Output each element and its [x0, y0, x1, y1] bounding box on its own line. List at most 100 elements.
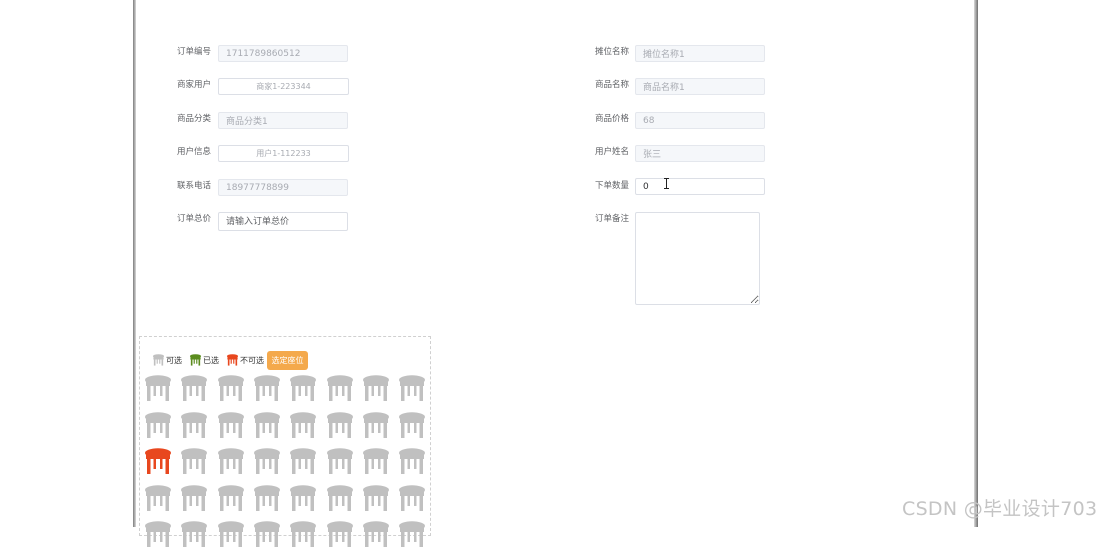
seat-icon	[254, 448, 280, 474]
available-seat-icon	[152, 354, 165, 366]
seat-icon	[181, 521, 207, 547]
seat-icon	[290, 375, 316, 401]
seat-icon	[218, 375, 244, 401]
seat-available[interactable]	[253, 520, 281, 548]
seat-available[interactable]	[326, 374, 354, 402]
seat-available[interactable]	[326, 520, 354, 548]
merchant-user-label: 商家用户	[176, 80, 211, 90]
seat-available[interactable]	[180, 374, 208, 402]
seat-available[interactable]	[217, 447, 245, 475]
order-qty-label: 下单数量	[594, 181, 629, 191]
seat-icon	[181, 485, 207, 511]
seat-available[interactable]	[217, 484, 245, 512]
seat-icon	[363, 412, 389, 438]
seat-available[interactable]	[253, 484, 281, 512]
legend-selected-label: 已选	[203, 355, 219, 365]
seat-available[interactable]	[362, 411, 390, 439]
seat-icon	[363, 521, 389, 547]
seat-icon	[290, 485, 316, 511]
seat-available[interactable]	[398, 411, 426, 439]
seat-available[interactable]	[289, 374, 317, 402]
product-name-input[interactable]	[635, 78, 765, 95]
product-name-label: 商品名称	[594, 80, 629, 90]
merchant-user-input[interactable]	[218, 78, 349, 95]
user-info-input[interactable]	[218, 145, 349, 162]
order-total-input[interactable]	[218, 212, 348, 231]
order-no-label: 订单编号	[176, 47, 211, 57]
user-name-input[interactable]	[635, 145, 765, 162]
legend-unavailable: 不可选	[226, 352, 264, 368]
seat-available[interactable]	[362, 447, 390, 475]
seat-available[interactable]	[398, 520, 426, 548]
legend-selected: 已选	[189, 352, 219, 368]
seat-icon	[363, 448, 389, 474]
seat-icon	[254, 412, 280, 438]
seat-available[interactable]	[217, 374, 245, 402]
seat-available[interactable]	[180, 520, 208, 548]
seat-icon	[399, 412, 425, 438]
order-no-input[interactable]	[218, 45, 348, 62]
order-total-label: 订单总价	[176, 214, 211, 224]
seat-available[interactable]	[326, 447, 354, 475]
order-qty-input[interactable]	[635, 178, 765, 195]
seat-available[interactable]	[217, 411, 245, 439]
seat-icon	[327, 412, 353, 438]
seat-icon	[254, 521, 280, 547]
seat-icon	[145, 448, 171, 474]
seat-icon	[327, 521, 353, 547]
seat-available[interactable]	[362, 374, 390, 402]
seat-available[interactable]	[326, 484, 354, 512]
seat-available[interactable]	[398, 374, 426, 402]
seat-available[interactable]	[289, 411, 317, 439]
seat-icon	[290, 448, 316, 474]
stall-name-label: 摊位名称	[594, 47, 629, 57]
seat-available[interactable]	[289, 484, 317, 512]
seat-available[interactable]	[144, 520, 172, 548]
seat-available[interactable]	[398, 447, 426, 475]
seat-icon	[363, 485, 389, 511]
seat-icon	[181, 448, 207, 474]
seat-unavailable	[144, 447, 172, 475]
seat-available[interactable]	[289, 520, 317, 548]
seat-available[interactable]	[217, 520, 245, 548]
legend-available-label: 可选	[166, 355, 182, 365]
seat-available[interactable]	[289, 447, 317, 475]
seat-available[interactable]	[253, 447, 281, 475]
user-name-label: 用户姓名	[594, 147, 629, 157]
seat-available[interactable]	[144, 484, 172, 512]
seat-icon	[254, 375, 280, 401]
phone-input[interactable]	[218, 179, 348, 196]
seat-icon	[218, 521, 244, 547]
choose-seat-button[interactable]: 选定座位	[267, 351, 308, 370]
seat-icon	[145, 375, 171, 401]
phone-label: 联系电话	[176, 181, 211, 191]
seat-available[interactable]	[180, 447, 208, 475]
product-category-label: 商品分类	[176, 114, 211, 124]
seat-available[interactable]	[180, 411, 208, 439]
text-cursor-icon	[664, 178, 669, 189]
seat-available[interactable]	[144, 411, 172, 439]
seat-icon	[145, 521, 171, 547]
seat-available[interactable]	[144, 374, 172, 402]
seat-available[interactable]	[253, 374, 281, 402]
seat-available[interactable]	[253, 411, 281, 439]
product-category-input[interactable]	[218, 112, 348, 129]
seat-icon	[290, 412, 316, 438]
seat-available[interactable]	[398, 484, 426, 512]
seat-available[interactable]	[362, 484, 390, 512]
seat-available[interactable]	[326, 411, 354, 439]
seat-icon	[399, 448, 425, 474]
seat-available[interactable]	[362, 520, 390, 548]
legend-unavailable-label: 不可选	[240, 355, 264, 365]
legend-available: 可选	[152, 352, 182, 368]
user-info-label: 用户信息	[176, 147, 211, 157]
seat-icon	[290, 521, 316, 547]
seat-icon	[254, 485, 280, 511]
product-price-input[interactable]	[635, 112, 765, 129]
order-note-textarea[interactable]	[635, 212, 760, 305]
seat-icon	[218, 412, 244, 438]
stall-name-input[interactable]	[635, 45, 765, 62]
seat-available[interactable]	[180, 484, 208, 512]
watermark: CSDN @毕业设计703	[902, 498, 1098, 520]
seat-icon	[218, 485, 244, 511]
